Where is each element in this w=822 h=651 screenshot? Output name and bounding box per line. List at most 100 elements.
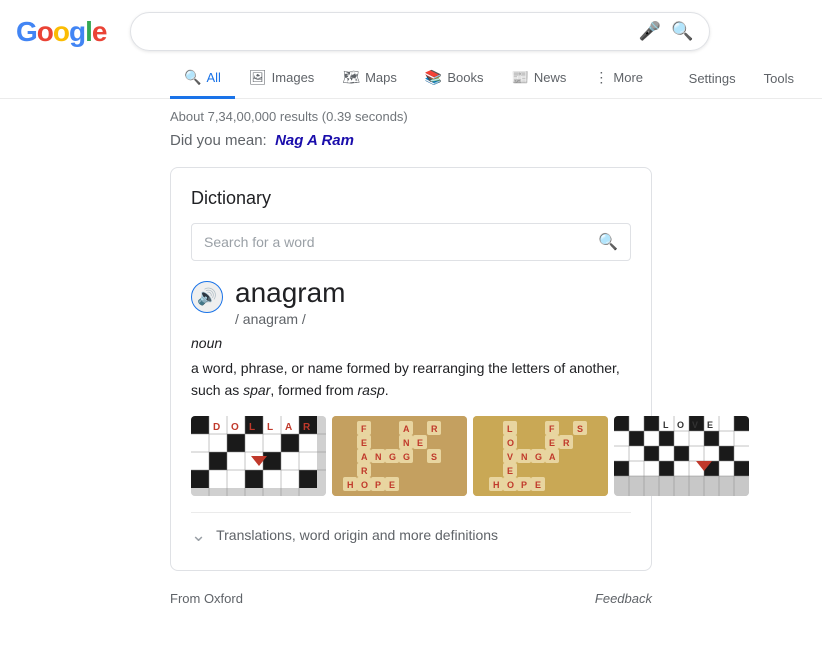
svg-text:O: O	[507, 480, 514, 490]
did-you-mean-link[interactable]: Nag A Ram	[275, 132, 354, 149]
svg-text:A: A	[403, 424, 410, 434]
maps-icon: 🗺	[342, 69, 360, 86]
dictionary-card: Dictionary 🔍 🔊 anagram / anagram / noun …	[170, 167, 652, 571]
svg-text:A: A	[285, 422, 292, 433]
svg-text:O: O	[677, 420, 684, 430]
image-thumb-2[interactable]: F E A R N G A N G E R S H	[332, 416, 467, 496]
svg-text:V: V	[507, 452, 513, 462]
did-you-mean-label: Did you mean:	[170, 132, 267, 149]
tab-more-label: More	[613, 70, 643, 85]
svg-text:E: E	[361, 438, 367, 448]
svg-text:N: N	[403, 438, 410, 448]
tab-all-label: All	[206, 70, 220, 85]
word-entry: 🔊 anagram / anagram /	[191, 277, 631, 327]
more-defs-label: Translations, word origin and more defin…	[216, 527, 498, 543]
chevron-down-icon: ⌄	[191, 525, 206, 546]
svg-text:L: L	[249, 422, 255, 433]
svg-text:E: E	[389, 480, 395, 490]
definition-example1: spar	[243, 382, 270, 398]
svg-text:N: N	[375, 452, 382, 462]
did-you-mean: Did you mean: Nag A Ram	[0, 130, 822, 159]
settings-link[interactable]: Settings	[677, 61, 748, 96]
search-bar: Anagram 🎤 🔍	[130, 12, 710, 51]
svg-text:H: H	[493, 480, 500, 490]
svg-text:H: H	[347, 480, 354, 490]
feedback-link[interactable]: Feedback	[595, 591, 652, 606]
speaker-icon: 🔊	[197, 287, 217, 307]
svg-text:S: S	[577, 424, 583, 434]
svg-text:O: O	[507, 438, 514, 448]
svg-text:R: R	[303, 422, 311, 433]
svg-text:L: L	[507, 424, 513, 434]
dictionary-search-bar: 🔍	[191, 223, 631, 261]
svg-text:E: E	[507, 466, 513, 476]
more-icon: ⋮	[594, 69, 608, 86]
results-count: About 7,34,00,000 results (0.39 seconds)	[170, 109, 408, 124]
nav-right: Settings Tools	[677, 61, 822, 96]
svg-text:E: E	[535, 480, 541, 490]
tab-all[interactable]: 🔍 All	[170, 59, 235, 99]
svg-text:O: O	[231, 422, 239, 433]
header: Google Anagram 🎤 🔍	[0, 0, 822, 51]
source-label: From Oxford	[170, 591, 243, 606]
tab-books[interactable]: 📚 Books	[411, 59, 498, 99]
definition-mid: , formed from	[270, 382, 357, 398]
images-icon: 🖼	[249, 69, 267, 86]
svg-text:L: L	[267, 422, 273, 433]
svg-text:R: R	[361, 466, 368, 476]
svg-text:S: S	[431, 452, 437, 462]
svg-text:G: G	[535, 452, 542, 462]
tab-images-label: Images	[272, 70, 315, 85]
svg-text:G: G	[389, 452, 396, 462]
tools-link[interactable]: Tools	[752, 61, 806, 96]
part-of-speech: noun	[191, 335, 631, 351]
svg-text:D: D	[213, 422, 220, 433]
google-logo[interactable]: Google	[16, 16, 106, 48]
pronunciation: / anagram /	[235, 311, 346, 327]
tab-news[interactable]: 📰 News	[497, 59, 580, 99]
dictionary-search-icon[interactable]: 🔍	[598, 232, 618, 252]
svg-text:F: F	[361, 424, 367, 434]
svg-text:R: R	[431, 424, 438, 434]
tab-maps[interactable]: 🗺 Maps	[328, 59, 411, 99]
svg-text:G: G	[403, 452, 410, 462]
svg-text:O: O	[361, 480, 368, 490]
image-row: D O L L A R	[191, 416, 631, 496]
image-thumb-1[interactable]: D O L L A R	[191, 416, 326, 496]
tab-images[interactable]: 🖼 Images	[235, 59, 328, 99]
all-icon: 🔍	[184, 69, 201, 86]
word-text: anagram	[235, 277, 346, 309]
news-icon: 📰	[511, 69, 528, 86]
books-icon: 📚	[425, 69, 442, 86]
tab-books-label: Books	[447, 70, 483, 85]
image-thumb-3[interactable]: L O V E N G F E A R S H O	[473, 416, 608, 496]
tab-more[interactable]: ⋮ More	[580, 59, 657, 99]
svg-text:V: V	[692, 420, 698, 430]
svg-text:A: A	[549, 452, 556, 462]
svg-text:E: E	[707, 420, 713, 430]
search-input[interactable]: Anagram	[147, 23, 630, 41]
more-definitions[interactable]: ⌄ Translations, word origin and more def…	[191, 512, 631, 550]
dictionary-search-input[interactable]	[204, 234, 590, 250]
svg-text:P: P	[521, 480, 527, 490]
word-definition: a word, phrase, or name formed by rearra…	[191, 357, 631, 402]
svg-text:L: L	[663, 420, 669, 430]
svg-text:E: E	[417, 438, 423, 448]
tab-news-label: News	[534, 70, 567, 85]
definition-example2: rasp	[358, 382, 385, 398]
search-submit-icon[interactable]: 🔍	[671, 21, 693, 42]
svg-text:E: E	[549, 438, 555, 448]
nav-tabs: 🔍 All 🖼 Images 🗺 Maps 📚 Books 📰 News ⋮ M…	[0, 51, 822, 99]
image-thumb-4[interactable]: L O V E	[614, 416, 749, 496]
speaker-button[interactable]: 🔊	[191, 281, 223, 313]
results-info: About 7,34,00,000 results (0.39 seconds)	[0, 99, 822, 130]
svg-text:A: A	[361, 452, 368, 462]
mic-icon[interactable]: 🎤	[639, 21, 661, 42]
svg-text:N: N	[521, 452, 528, 462]
footer: From Oxford Feedback	[0, 579, 822, 618]
search-bar-icons: 🎤 🔍	[639, 21, 694, 42]
svg-text:P: P	[375, 480, 381, 490]
svg-text:R: R	[563, 438, 570, 448]
tab-maps-label: Maps	[365, 70, 397, 85]
word-info: anagram / anagram /	[235, 277, 346, 327]
